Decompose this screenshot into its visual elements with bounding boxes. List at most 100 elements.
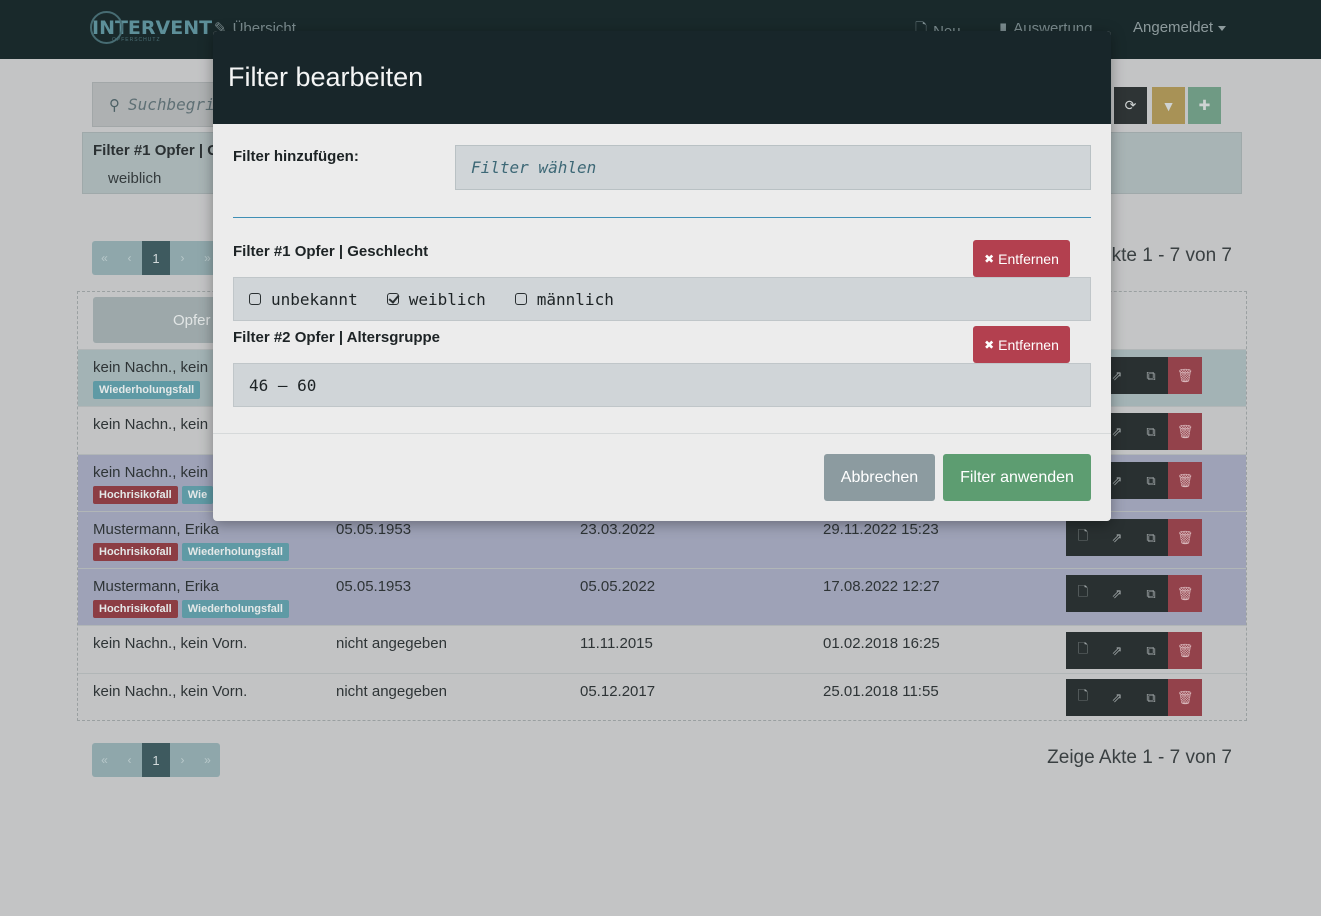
trash-icon[interactable]: 🗑 xyxy=(1168,462,1202,499)
brand-logo[interactable]: INTERVENT OPFERSCHUTZ xyxy=(90,11,212,45)
last-page-button[interactable]: » xyxy=(195,743,220,777)
trash-icon[interactable]: 🗑 xyxy=(1168,679,1202,716)
row-actions: 🗋⇗⧉🗑 xyxy=(1066,575,1202,612)
divider xyxy=(233,217,1091,218)
table-row[interactable]: kein Nachn., kein Vorn. nicht angegeben … xyxy=(78,625,1246,673)
copy-icon[interactable]: ⧉ xyxy=(1134,413,1168,450)
option-unbekannt[interactable]: unbekannt xyxy=(249,290,358,309)
high-risk-badge: Hochrisikofall xyxy=(93,600,178,618)
filter-select[interactable]: Filter wählen xyxy=(455,145,1091,190)
row-dob: nicht angegeben xyxy=(336,683,447,700)
table-row[interactable]: kein Nachn., kein Vorn. nicht angegeben … xyxy=(78,673,1246,720)
brand-wordmark: INTERVENT xyxy=(90,11,212,44)
trash-icon[interactable]: 🗑 xyxy=(1168,413,1202,450)
option-maennlich[interactable]: männlich xyxy=(514,289,614,309)
filter-2-title: Filter #2 Opfer | Altersgruppe xyxy=(233,329,441,346)
user-menu-label: Angemeldet xyxy=(1133,19,1214,36)
record-count-bottom: Zeige Akte 1 - 7 von 7 xyxy=(1047,747,1232,768)
row-badges: Wiederholungsfall xyxy=(93,381,201,399)
filter-icon: ▼ xyxy=(1161,97,1176,114)
row-modified: 01.02.2018 16:25 xyxy=(823,635,940,652)
remove-label: Entfernen xyxy=(998,336,1059,353)
next-page-button[interactable]: › xyxy=(170,743,195,777)
row-name: Mustermann, Erika xyxy=(93,521,219,538)
filter-summary-title: Filter #1 Opfer | G xyxy=(93,142,219,159)
row-name: Mustermann, Erika xyxy=(93,578,219,595)
page-1-button[interactable]: 1 xyxy=(142,241,170,275)
trash-icon[interactable]: 🗑 xyxy=(1168,575,1202,612)
refresh-icon: ⟳ xyxy=(1124,97,1137,113)
copy-icon[interactable]: ⧉ xyxy=(1134,357,1168,394)
option-label: weiblich xyxy=(408,289,486,309)
trash-icon[interactable]: 🗑 xyxy=(1168,519,1202,556)
row-badges: Hochrisikofall Wie xyxy=(93,486,214,504)
filter-1-title: Filter #1 Opfer | Geschlecht xyxy=(233,243,429,260)
column-header-label: Opfer xyxy=(173,311,211,329)
document-icon[interactable]: 🗋 xyxy=(1066,519,1100,556)
remove-filter-1-button[interactable]: ✖ Entfernen xyxy=(973,240,1070,277)
row-modified: 29.11.2022 15:23 xyxy=(823,521,939,538)
close-icon: ✖ xyxy=(984,251,995,266)
trash-icon[interactable]: 🗑 xyxy=(1168,632,1202,669)
filter-button[interactable]: ▼ xyxy=(1152,87,1185,124)
search-icon: ⚲ xyxy=(109,96,120,114)
age-group-value[interactable]: 46 – 60 xyxy=(233,363,1091,407)
prev-page-button[interactable]: ‹ xyxy=(117,743,142,777)
copy-icon[interactable]: ⧉ xyxy=(1134,575,1168,612)
row-date: 11.11.2015 xyxy=(580,635,653,652)
checkbox-unchecked-icon[interactable] xyxy=(514,293,527,305)
remove-filter-2-button[interactable]: ✖ Entfernen xyxy=(973,326,1070,363)
document-icon[interactable]: 🗋 xyxy=(1066,679,1100,716)
cancel-button[interactable]: Abbrechen xyxy=(824,454,935,501)
pagination-bottom: « ‹ 1 › » xyxy=(92,743,220,777)
option-label: männlich xyxy=(536,289,614,309)
document-icon[interactable]: 🗋 xyxy=(1066,575,1100,612)
caret-down-icon xyxy=(1218,25,1227,31)
external-link-icon[interactable]: ⇗ xyxy=(1100,632,1134,669)
first-page-button[interactable]: « xyxy=(92,743,117,777)
document-icon[interactable]: 🗋 xyxy=(1066,632,1100,669)
brand-subtitle: OPFERSCHUTZ xyxy=(112,37,161,43)
filter-summary-value: weiblich xyxy=(108,170,162,187)
repeat-case-badge: Wiederholungsfall xyxy=(93,381,201,399)
copy-icon[interactable]: ⧉ xyxy=(1134,462,1168,499)
edit-filter-modal: Filter bearbeiten Filter hinzufügen: Fil… xyxy=(213,31,1111,521)
search-input[interactable]: ⚲ Suchbegriff xyxy=(92,82,217,127)
repeat-case-badge: Wiederholungsfall xyxy=(181,600,289,618)
age-group-text: 46 – 60 xyxy=(249,375,317,395)
row-date: 23.03.2022 xyxy=(580,521,656,538)
row-dob: nicht angegeben xyxy=(336,635,447,652)
repeat-case-badge: Wiederholungsfall xyxy=(181,543,289,561)
row-dob: 05.05.1953 xyxy=(336,521,412,538)
add-button[interactable]: ✚ xyxy=(1188,87,1221,124)
close-icon: ✖ xyxy=(984,337,995,352)
high-risk-badge: Hochrisikofall xyxy=(93,543,178,561)
external-link-icon[interactable]: ⇗ xyxy=(1100,519,1134,556)
option-label: unbekannt xyxy=(271,289,358,309)
option-weiblich[interactable]: weiblich xyxy=(386,289,486,309)
first-page-button[interactable]: « xyxy=(92,241,117,275)
page-1-button[interactable]: 1 xyxy=(142,743,170,777)
checkbox-checked-icon[interactable] xyxy=(386,293,399,305)
repeat-case-badge: Wie xyxy=(181,486,214,504)
refresh-button[interactable]: ⟳ xyxy=(1114,87,1147,124)
checkbox-unchecked-icon[interactable] xyxy=(249,293,261,305)
copy-icon[interactable]: ⧉ xyxy=(1134,632,1168,669)
copy-icon[interactable]: ⧉ xyxy=(1134,679,1168,716)
row-name: kein Nachn., kein Vorn. xyxy=(93,683,248,700)
record-count-top: kte 1 - 7 von 7 xyxy=(1111,245,1232,266)
trash-icon[interactable]: 🗑 xyxy=(1168,357,1202,394)
next-page-button[interactable]: › xyxy=(170,241,195,275)
prev-page-button[interactable]: ‹ xyxy=(117,241,142,275)
row-badges: Hochrisikofall Wiederholungsfall xyxy=(93,543,289,561)
pagination-top: « ‹ 1 › » xyxy=(92,241,220,275)
row-name: kein Nachn., kein xyxy=(93,464,209,481)
apply-filter-button[interactable]: Filter anwenden xyxy=(943,454,1091,501)
row-badges: Hochrisikofall Wiederholungsfall xyxy=(93,600,289,618)
external-link-icon[interactable]: ⇗ xyxy=(1100,575,1134,612)
external-link-icon[interactable]: ⇗ xyxy=(1100,679,1134,716)
row-name: kein Nachn., kein Vorn. xyxy=(93,635,248,652)
copy-icon[interactable]: ⧉ xyxy=(1134,519,1168,556)
table-row[interactable]: Mustermann, Erika 05.05.1953 05.05.2022 … xyxy=(78,568,1246,625)
user-menu[interactable]: Angemeldet xyxy=(1133,19,1227,36)
